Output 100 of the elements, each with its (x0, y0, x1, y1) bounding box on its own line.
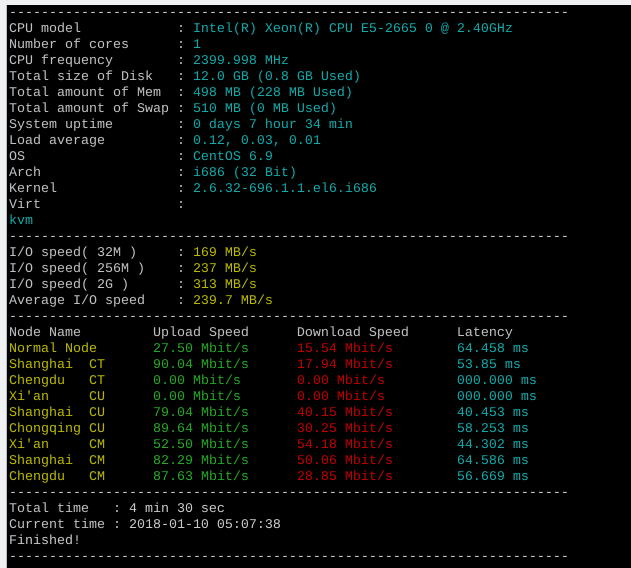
colon-mark: : (176, 294, 185, 310)
column-header: Upload Speed (152, 326, 250, 342)
latency-value: 44.302 ms (456, 438, 529, 454)
info-value: 169 MB/s (192, 246, 257, 262)
isp-code: CU (88, 422, 105, 438)
upload-speed: 89.64 Mbit/s (152, 422, 249, 438)
upload-speed: 0.00 Mbit/s (152, 390, 241, 406)
colon-mark: : (112, 502, 121, 518)
isp-code: CM (88, 438, 105, 454)
info-label: System uptime (9, 118, 114, 134)
info-label: Total amount of Mem (9, 86, 162, 102)
colon-mark: : (176, 38, 185, 54)
info-label: Load average (9, 134, 106, 150)
info-value: 0 days 7 hour 34 min (192, 118, 353, 134)
latency-value: 53.85 ms (456, 358, 521, 374)
download-speed: 28.85 Mbit/s (296, 470, 393, 486)
isp-code: CT (88, 358, 105, 374)
info-value: 237 MB/s (192, 262, 257, 278)
info-value: 2018-01-10 05:07:38 (128, 518, 281, 534)
info-label: Total time (9, 502, 90, 518)
info-value: kvm (9, 214, 33, 230)
separator-line: ---------------------------------------------------------------------- (9, 310, 569, 326)
node-name: Shanghai (9, 454, 74, 470)
info-value: 12.0 GB (0.8 GB Used) (192, 70, 361, 86)
info-value: 4 min 30 sec (128, 502, 225, 518)
info-value: 510 MB (0 MB Used) (192, 102, 337, 118)
column-header: Latency (456, 326, 513, 342)
status-message: Finished! (9, 534, 81, 550)
colon-mark: : (176, 118, 185, 134)
separator-line: ---------------------------------------------------------------------- (9, 230, 569, 246)
info-value: 2.6.32-696.1.1.el6.i686 (192, 182, 377, 198)
info-value: CentOS 6.9 (192, 150, 273, 166)
colon-mark: : (176, 70, 185, 86)
info-label: Average I/O speed (9, 294, 146, 310)
column-header: Node Name (9, 326, 82, 342)
upload-speed: 27.50 Mbit/s (152, 342, 249, 358)
colon-mark: : (176, 22, 185, 38)
info-value: 0.12, 0.03, 0.01 (192, 134, 321, 150)
latency-value: 58.253 ms (456, 422, 529, 438)
latency-value: 000.000 ms (456, 390, 537, 406)
info-label: Total size of Disk (9, 70, 154, 86)
separator-line: ---------------------------------------------------------------------- (9, 550, 569, 566)
node-name: Chengdu (9, 374, 66, 390)
latency-value: 000.000 ms (456, 374, 537, 390)
latency-value: 64.458 ms (456, 342, 529, 358)
info-value: 1 (192, 38, 201, 54)
separator-line: ---------------------------------------------------------------------- (9, 486, 569, 502)
separator-line: ---------------------------------------------------------------------- (9, 6, 569, 22)
upload-speed: 0.00 Mbit/s (152, 374, 241, 390)
node-name: Xi'an (9, 390, 50, 406)
upload-speed: 79.04 Mbit/s (152, 406, 249, 422)
colon-mark: : (176, 246, 185, 262)
node-name: Normal Node (9, 342, 97, 358)
info-value: 2399.998 MHz (192, 54, 289, 70)
info-value: 313 MB/s (192, 278, 257, 294)
info-label: Current time (9, 518, 106, 534)
isp-code: CT (88, 374, 105, 390)
colon-mark: : (176, 198, 185, 214)
column-header: Download Speed (296, 326, 410, 342)
upload-speed: 90.04 Mbit/s (152, 358, 249, 374)
isp-code: CU (88, 406, 105, 422)
info-value: Intel(R) Xeon(R) CPU E5-2665 0 @ 2.40GHz (192, 22, 513, 38)
info-label: Virt (9, 198, 42, 214)
node-name: Chengdu (9, 470, 66, 486)
node-name: Chongqing (9, 422, 82, 438)
info-label: I/O speed( 2G ) (9, 278, 130, 294)
colon-mark: : (176, 134, 185, 150)
info-label: CPU frequency (9, 54, 114, 70)
latency-value: 56.669 ms (456, 470, 529, 486)
isp-code: CU (88, 390, 105, 406)
download-speed: 30.25 Mbit/s (296, 422, 393, 438)
info-label: Total amount of Swap (9, 102, 170, 118)
download-speed: 17.94 Mbit/s (296, 358, 393, 374)
download-speed: 40.15 Mbit/s (296, 406, 393, 422)
colon-mark: : (176, 86, 185, 102)
info-label: I/O speed( 32M ) (9, 246, 138, 262)
node-name: Xi'an (9, 438, 50, 454)
colon-mark: : (176, 150, 185, 166)
node-name: Shanghai (9, 406, 74, 422)
upload-speed: 82.29 Mbit/s (152, 454, 249, 470)
colon-mark: : (176, 278, 185, 294)
colon-mark: : (176, 166, 185, 182)
info-label: Arch (9, 166, 42, 182)
upload-speed: 87.63 Mbit/s (152, 470, 249, 486)
info-value: 239.7 MB/s (192, 294, 273, 310)
colon-mark: : (176, 102, 185, 118)
download-speed: 15.54 Mbit/s (296, 342, 393, 358)
colon-mark: : (176, 182, 185, 198)
info-value: i686 (32 Bit) (192, 166, 297, 182)
info-value: 498 MB (228 MB Used) (192, 86, 353, 102)
isp-code: CM (88, 454, 105, 470)
colon-mark: : (176, 54, 185, 70)
info-label: Number of cores (9, 38, 130, 54)
info-label: OS (9, 150, 26, 166)
download-speed: 0.00 Mbit/s (296, 390, 385, 406)
download-speed: 50.06 Mbit/s (296, 454, 393, 470)
info-label: I/O speed( 256M ) (9, 262, 146, 278)
info-label: Kernel (9, 182, 58, 198)
colon-mark: : (112, 518, 121, 534)
upload-speed: 52.50 Mbit/s (152, 438, 249, 454)
